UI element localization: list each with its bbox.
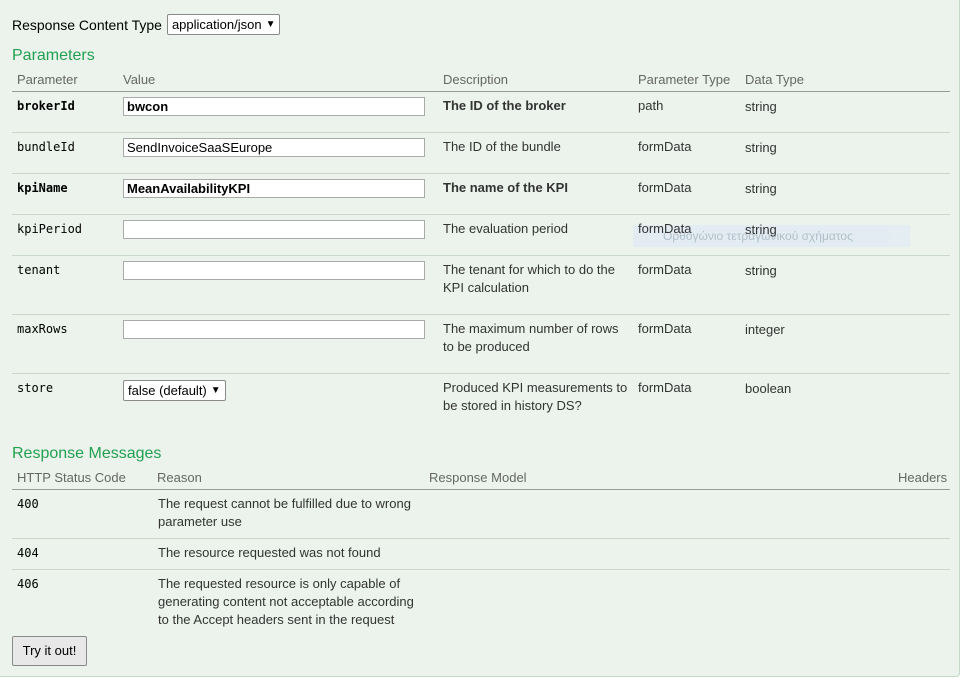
param-header-data-type: Data Type: [745, 72, 805, 87]
status-code-406: 406: [17, 577, 39, 591]
dropdown-arrow-icon: ▼: [265, 19, 276, 30]
status-code-404: 404: [17, 546, 39, 560]
resp-header-status-code: HTTP Status Code: [17, 470, 126, 485]
row-divider: [12, 214, 950, 215]
param-type-maxRows: formData: [638, 321, 692, 336]
param-desc-kpiPeriod: The evaluation period: [443, 221, 569, 236]
content-type-label: Response Content Type: [12, 16, 162, 33]
response-messages-title: Response Messages: [12, 445, 162, 462]
row-divider: [12, 314, 950, 315]
resp-header-reason: Reason: [157, 470, 202, 485]
param-type-store: formData: [638, 380, 692, 395]
row-divider: [12, 173, 950, 174]
param-name-tenant: tenant: [17, 263, 61, 277]
row-divider: [12, 538, 950, 539]
data-type-kpiPeriod: string: [745, 222, 777, 237]
data-type-bundleId: string: [745, 140, 777, 155]
param-name-brokerId: brokerId: [17, 99, 75, 113]
store-select[interactable]: false (default) ▼: [123, 380, 226, 401]
kpiPeriod-input[interactable]: [123, 220, 425, 239]
content-type-select[interactable]: application/json ▼: [166, 14, 281, 35]
param-desc-store-line2: be stored in history DS?: [443, 398, 582, 413]
operation-panel: Response Content Type application/json ▼…: [0, 0, 960, 677]
status-code-400: 400: [17, 497, 39, 511]
param-header-parameter: Parameter: [17, 72, 78, 87]
content-type-value: application/json: [171, 17, 262, 32]
reason-406-line2: generating content not acceptable accord…: [158, 594, 414, 609]
data-type-brokerId: string: [745, 99, 777, 114]
row-divider: [12, 255, 950, 256]
param-desc-tenant-line1: The tenant for which to do the: [443, 262, 615, 277]
store-select-value: false (default): [128, 383, 207, 398]
param-desc-maxRows-line2: to be produced: [443, 339, 530, 354]
resp-header-divider: [12, 489, 950, 490]
param-type-kpiPeriod: formData: [638, 221, 692, 236]
param-name-kpiPeriod: kpiPeriod: [17, 222, 83, 236]
parameters-title: Parameters: [12, 47, 95, 64]
data-type-tenant: string: [745, 263, 777, 278]
param-name-kpiName: kpiName: [17, 181, 68, 195]
try-it-out-button[interactable]: Try it out!: [12, 636, 87, 666]
param-name-store: store: [17, 381, 54, 395]
param-header-parameter-type: Parameter Type: [638, 72, 731, 87]
param-desc-kpiName: The name of the KPI: [443, 180, 568, 195]
resp-header-response-model: Response Model: [429, 470, 527, 485]
tenant-input[interactable]: [123, 261, 425, 280]
param-header-divider: [12, 91, 950, 92]
bundleId-input[interactable]: [123, 138, 425, 157]
param-desc-store-line1: Produced KPI measurements to: [443, 380, 628, 395]
row-divider: [12, 132, 950, 133]
param-header-description: Description: [443, 72, 509, 87]
data-type-maxRows: integer: [745, 322, 785, 337]
row-divider: [12, 569, 950, 570]
response-content-type: Response Content Type application/json ▼: [12, 14, 281, 35]
reason-400-line1: The request cannot be fulfilled due to w…: [158, 496, 411, 511]
reason-400-line2: parameter use: [158, 514, 242, 529]
param-desc-tenant-line2: KPI calculation: [443, 280, 529, 295]
resp-header-headers: Headers: [898, 470, 948, 485]
param-type-kpiName: formData: [638, 180, 692, 195]
maxRows-input[interactable]: [123, 320, 425, 339]
data-type-kpiName: string: [745, 181, 777, 196]
data-type-store: boolean: [745, 381, 792, 396]
reason-406-line1: The requested resource is only capable o…: [158, 576, 401, 591]
param-desc-brokerId: The ID of the broker: [443, 98, 566, 113]
param-header-value: Value: [123, 72, 156, 87]
param-name-maxRows: maxRows: [17, 322, 68, 336]
reason-406-line3: to the Accept headers sent in the reques…: [158, 612, 395, 627]
param-name-bundleId: bundleId: [17, 140, 75, 154]
param-type-brokerId: path: [638, 98, 664, 113]
brokerId-input[interactable]: [123, 97, 425, 116]
param-type-bundleId: formData: [638, 139, 692, 154]
kpiName-input[interactable]: [123, 179, 425, 198]
param-type-tenant: formData: [638, 262, 692, 277]
param-desc-bundleId: The ID of the bundle: [443, 139, 561, 154]
reason-404-line1: The resource requested was not found: [158, 545, 381, 560]
param-desc-maxRows-line1: The maximum number of rows: [443, 321, 619, 336]
dropdown-arrow-icon: ▼: [210, 385, 221, 396]
row-divider: [12, 373, 950, 374]
